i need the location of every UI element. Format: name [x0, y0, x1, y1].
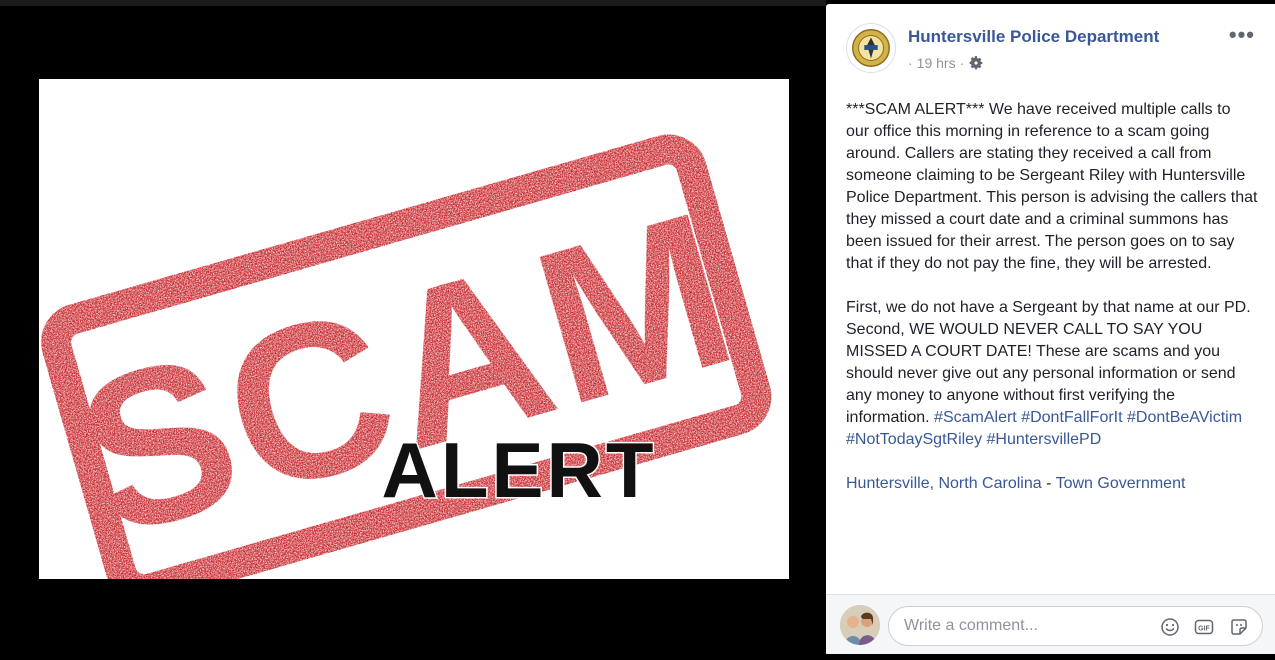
hashtag-link[interactable]: #DontFallForIt	[1021, 409, 1122, 426]
comment-placeholder: Write a comment...	[904, 617, 1038, 634]
comment-input[interactable]: Write a comment... GIF	[888, 606, 1263, 646]
page-avatar[interactable]	[846, 23, 896, 73]
more-options-button[interactable]: •••	[1229, 24, 1255, 46]
post-text: ***SCAM ALERT*** We have received multip…	[846, 99, 1258, 517]
meta-dot-2: ·	[959, 55, 965, 71]
police-badge-icon	[847, 24, 895, 72]
post-panel: Huntersville Police Department · 19 hrs …	[826, 4, 1275, 654]
scam-alert-image: SCAM ALERT	[39, 79, 789, 579]
avatar[interactable]	[840, 605, 880, 645]
post-timestamp[interactable]: 19 hrs	[917, 55, 956, 71]
hashtag-link[interactable]: #DontBeAVictim	[1127, 409, 1242, 426]
post-paragraph-1: ***SCAM ALERT*** We have received multip…	[846, 101, 1258, 272]
gif-icon[interactable]: GIF	[1194, 617, 1214, 637]
viewer-top-strip	[0, 0, 826, 6]
user-photo-icon	[840, 605, 880, 645]
category-link[interactable]: Town Government	[1056, 475, 1186, 492]
comment-bar: Write a comment... GIF	[826, 594, 1275, 654]
hashtag-link[interactable]: #NotTodaySgtRiley	[846, 431, 982, 448]
post-paragraph-2-text: First, we do not have a Sergeant by that…	[846, 299, 1251, 426]
hashtag-link[interactable]: #ScamAlert	[934, 409, 1017, 426]
hashtag-link[interactable]: #HuntersvillePD	[987, 431, 1102, 448]
gear-icon[interactable]	[968, 55, 984, 71]
post-photo[interactable]: SCAM ALERT	[39, 79, 789, 579]
emoji-icon[interactable]	[1160, 617, 1180, 637]
post-location-line: Huntersville, North Carolina - Town Gove…	[846, 473, 1258, 495]
post-paragraph-2: First, we do not have a Sergeant by that…	[846, 297, 1258, 451]
location-separator: -	[1041, 475, 1056, 492]
sticker-icon[interactable]	[1229, 617, 1249, 637]
svg-text:GIF: GIF	[1198, 626, 1210, 633]
alert-word: ALERT	[382, 426, 657, 514]
post-meta: · 19 hrs ·	[908, 55, 984, 71]
page-name-link[interactable]: Huntersville Police Department	[908, 27, 1159, 47]
meta-dot: ·	[908, 55, 913, 71]
post-header: Huntersville Police Department · 19 hrs …	[826, 4, 1275, 84]
photo-viewer: SCAM ALERT	[0, 0, 826, 660]
location-link[interactable]: Huntersville, North Carolina	[846, 475, 1042, 492]
